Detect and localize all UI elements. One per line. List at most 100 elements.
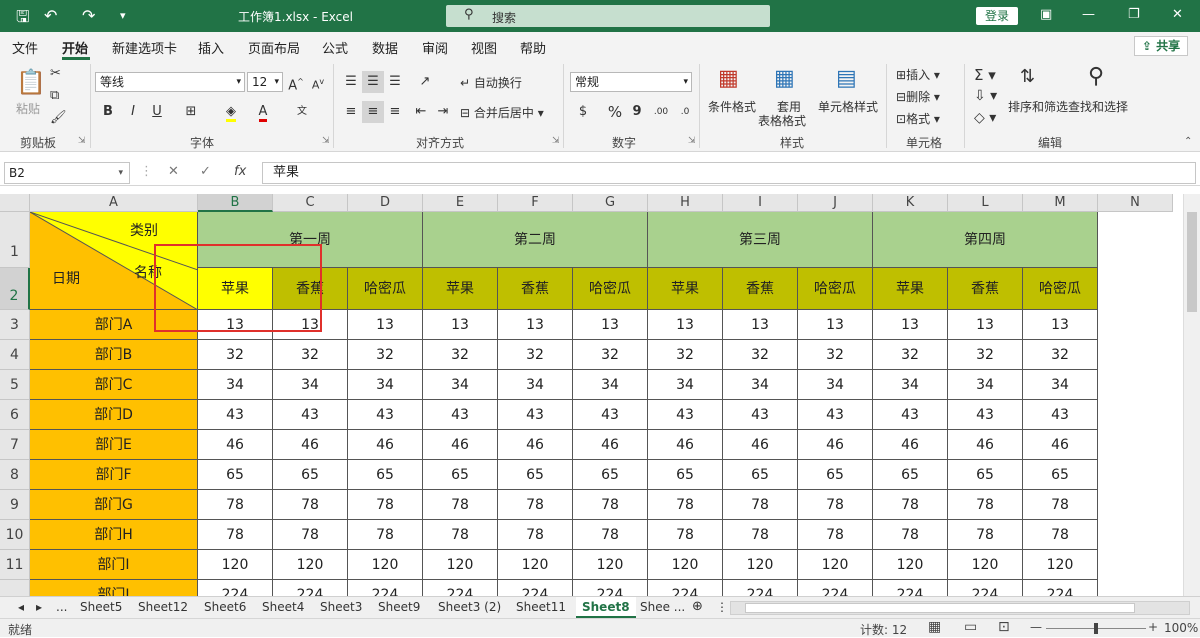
value-cell[interactable]: 34 bbox=[948, 370, 1023, 400]
department-cell[interactable]: 部门C bbox=[30, 370, 198, 400]
department-cell[interactable]: 部门I bbox=[30, 550, 198, 580]
value-cell[interactable]: 65 bbox=[573, 460, 648, 490]
sheet-tab[interactable]: Sheet12 bbox=[132, 597, 194, 618]
value-cell[interactable]: 32 bbox=[423, 340, 498, 370]
value-cell[interactable]: 34 bbox=[198, 370, 273, 400]
row-header[interactable]: 5 bbox=[0, 370, 30, 400]
format-cells-button[interactable]: ⊡格式 ▾ bbox=[896, 110, 940, 127]
value-cell[interactable]: 78 bbox=[423, 490, 498, 520]
value-cell[interactable]: 120 bbox=[1023, 550, 1098, 580]
format-as-table-label2[interactable]: 表格格式 bbox=[758, 112, 806, 129]
alignment-launcher-icon[interactable]: ⇲ bbox=[552, 136, 560, 146]
menu-review[interactable]: 审阅 bbox=[422, 38, 448, 57]
value-cell[interactable]: 13 bbox=[723, 310, 798, 340]
paste-icon[interactable]: 📋 bbox=[16, 68, 46, 96]
value-cell[interactable]: 78 bbox=[723, 490, 798, 520]
paste-label[interactable]: 粘贴 bbox=[16, 100, 40, 117]
value-cell[interactable]: 65 bbox=[273, 460, 348, 490]
column-header-l[interactable]: L bbox=[948, 194, 1023, 212]
value-cell[interactable]: 34 bbox=[498, 370, 573, 400]
value-cell[interactable]: 224 bbox=[198, 580, 273, 596]
undo-icon[interactable]: ↶ bbox=[44, 6, 57, 25]
close-icon[interactable]: ✕ bbox=[1172, 7, 1183, 22]
value-cell[interactable]: 224 bbox=[723, 580, 798, 596]
value-cell[interactable]: 34 bbox=[348, 370, 423, 400]
value-cell[interactable]: 224 bbox=[348, 580, 423, 596]
value-cell[interactable]: 46 bbox=[1023, 430, 1098, 460]
value-cell[interactable]: 32 bbox=[573, 340, 648, 370]
value-cell[interactable]: 43 bbox=[648, 400, 723, 430]
find-select-icon[interactable]: ⚲ bbox=[1088, 64, 1104, 89]
value-cell[interactable]: 13 bbox=[348, 310, 423, 340]
value-cell[interactable]: 78 bbox=[498, 490, 573, 520]
fruit-header[interactable]: 哈密瓜 bbox=[348, 268, 423, 310]
insert-function-icon[interactable]: fx bbox=[234, 164, 246, 179]
value-cell[interactable]: 120 bbox=[873, 550, 948, 580]
row-header[interactable] bbox=[0, 580, 30, 596]
fruit-header[interactable]: 苹果 bbox=[423, 268, 498, 310]
column-header-i[interactable]: I bbox=[723, 194, 798, 212]
autosum-icon[interactable]: Σ ▾ bbox=[974, 66, 996, 84]
fruit-header[interactable]: 香蕉 bbox=[723, 268, 798, 310]
menu-home[interactable]: 开始 bbox=[62, 38, 88, 57]
save-icon[interactable]: 🖫 bbox=[16, 6, 30, 33]
menu-newtab[interactable]: 新建选项卡 bbox=[112, 38, 177, 57]
row-header[interactable]: 4 bbox=[0, 340, 30, 370]
sort-filter-icon[interactable]: ⇅ bbox=[1020, 66, 1035, 87]
row-header[interactable]: 9 bbox=[0, 490, 30, 520]
value-cell[interactable]: 224 bbox=[273, 580, 348, 596]
name-box[interactable]: B2 ▾ bbox=[4, 162, 130, 184]
value-cell[interactable]: 78 bbox=[273, 490, 348, 520]
value-cell[interactable]: 32 bbox=[948, 340, 1023, 370]
value-cell[interactable]: 13 bbox=[1023, 310, 1098, 340]
value-cell[interactable]: 43 bbox=[273, 400, 348, 430]
align-bottom-icon[interactable]: ☰ bbox=[384, 71, 406, 93]
value-cell[interactable]: 224 bbox=[648, 580, 723, 596]
comma-icon[interactable]: 9 bbox=[626, 101, 648, 123]
value-cell[interactable]: 13 bbox=[423, 310, 498, 340]
find-select-label[interactable]: 查找和选择 bbox=[1068, 98, 1128, 115]
value-cell[interactable]: 78 bbox=[273, 520, 348, 550]
row-header[interactable]: 10 bbox=[0, 520, 30, 550]
value-cell[interactable]: 43 bbox=[798, 400, 873, 430]
row-header[interactable]: 2 bbox=[0, 268, 30, 310]
value-cell[interactable]: 78 bbox=[873, 520, 948, 550]
value-cell[interactable]: 43 bbox=[348, 400, 423, 430]
value-cell[interactable]: 34 bbox=[1023, 370, 1098, 400]
value-cell[interactable]: 224 bbox=[798, 580, 873, 596]
clipboard-launcher-icon[interactable]: ⇲ bbox=[78, 136, 86, 146]
value-cell[interactable]: 65 bbox=[348, 460, 423, 490]
fill-color-icon[interactable]: ◈ bbox=[220, 101, 242, 123]
align-right-icon[interactable]: ≡ bbox=[384, 101, 406, 123]
department-cell[interactable]: 部门F bbox=[30, 460, 198, 490]
increase-indent-icon[interactable]: ⇥ bbox=[432, 101, 454, 123]
clear-icon[interactable]: ◇ ▾ bbox=[974, 110, 996, 126]
minimize-icon[interactable]: — bbox=[1082, 7, 1095, 22]
zoom-slider-thumb[interactable] bbox=[1094, 623, 1098, 634]
value-cell[interactable]: 34 bbox=[873, 370, 948, 400]
scroll-thumb[interactable] bbox=[745, 603, 1135, 613]
delete-cells-button[interactable]: ⊟删除 ▾ bbox=[896, 88, 940, 105]
value-cell[interactable]: 65 bbox=[1023, 460, 1098, 490]
value-cell[interactable]: 78 bbox=[573, 490, 648, 520]
fruit-header[interactable]: 哈密瓜 bbox=[1023, 268, 1098, 310]
sheet-tab[interactable]: Sheet3 bbox=[314, 597, 368, 618]
value-cell[interactable]: 32 bbox=[798, 340, 873, 370]
department-cell[interactable]: 部门D bbox=[30, 400, 198, 430]
value-cell[interactable]: 65 bbox=[498, 460, 573, 490]
week-header[interactable]: 第二周 bbox=[423, 212, 648, 268]
value-cell[interactable]: 78 bbox=[798, 490, 873, 520]
align-center-icon[interactable]: ≡ bbox=[362, 101, 384, 123]
value-cell[interactable]: 78 bbox=[573, 520, 648, 550]
value-cell[interactable]: 46 bbox=[198, 430, 273, 460]
value-cell[interactable]: 78 bbox=[348, 520, 423, 550]
value-cell[interactable]: 78 bbox=[198, 490, 273, 520]
column-header-c[interactable]: C bbox=[273, 194, 348, 212]
value-cell[interactable]: 13 bbox=[798, 310, 873, 340]
value-cell[interactable]: 13 bbox=[873, 310, 948, 340]
format-as-table-icon[interactable]: ▦ bbox=[774, 66, 795, 91]
align-top-icon[interactable]: ☰ bbox=[340, 71, 362, 93]
copy-icon[interactable]: ⧉ bbox=[50, 88, 59, 103]
number-launcher-icon[interactable]: ⇲ bbox=[688, 136, 696, 146]
value-cell[interactable]: 43 bbox=[873, 400, 948, 430]
